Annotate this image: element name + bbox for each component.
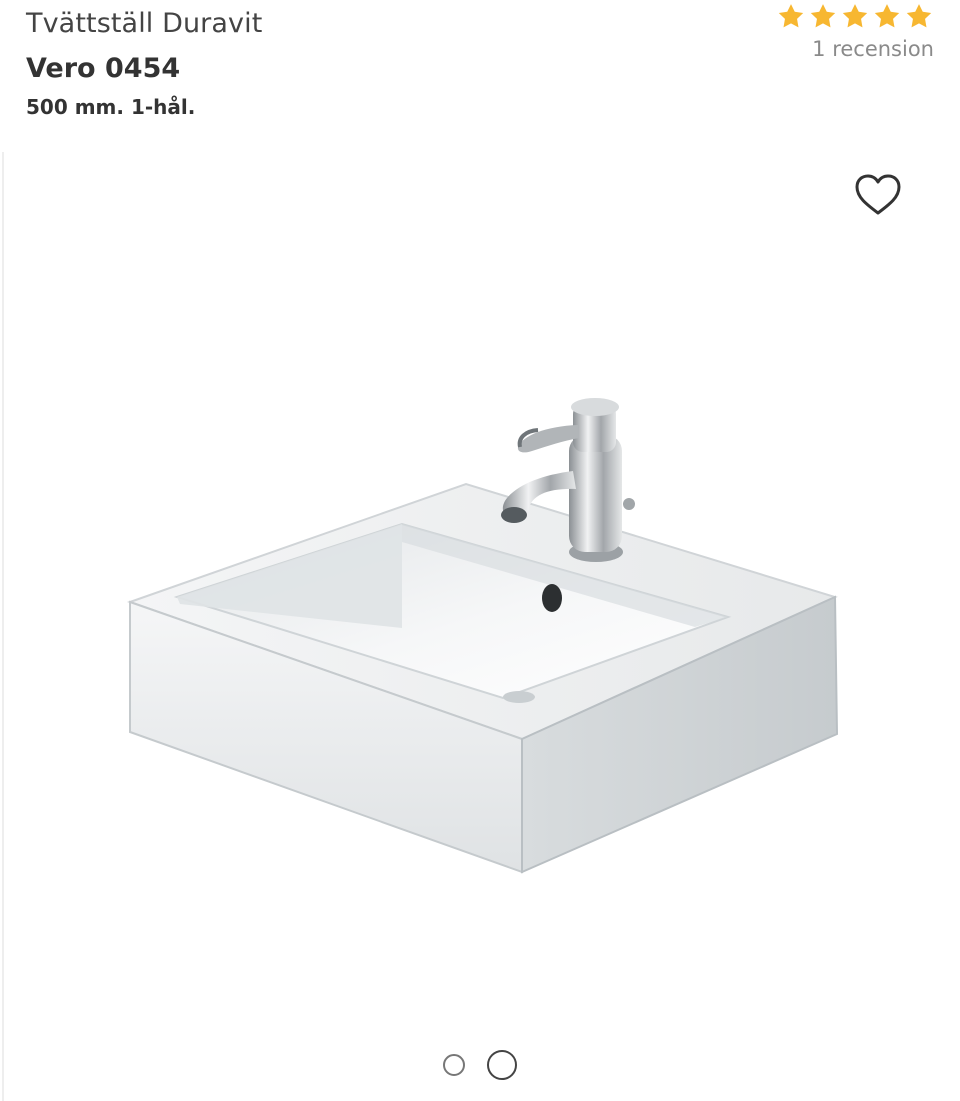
gallery-pagination[interactable] (0, 1050, 960, 1080)
product-name: Vero 0454 (26, 53, 181, 84)
product-category: Tvättställ Duravit (26, 8, 263, 39)
product-header: Tvättställ Duravit Vero 0454 500 mm. 1-h… (0, 0, 960, 150)
product-image-gallery[interactable] (0, 152, 960, 1101)
gallery-divider (2, 152, 4, 1101)
product-rating[interactable]: 1 recension (776, 2, 934, 61)
star-icon (906, 4, 932, 28)
rating-stars (776, 2, 934, 31)
review-count-link[interactable]: 1 recension (776, 37, 934, 61)
gallery-dot-2[interactable] (487, 1050, 517, 1080)
star-icon (810, 4, 836, 28)
gallery-dot-1[interactable] (443, 1054, 465, 1076)
favorite-button[interactable] (852, 172, 904, 218)
star-icon (842, 4, 868, 28)
product-spec: 500 mm. 1-hål. (26, 95, 196, 119)
star-icon (778, 4, 804, 28)
heart-outline-icon (855, 174, 901, 215)
sink-product-image (126, 398, 839, 874)
star-icon (874, 4, 900, 28)
